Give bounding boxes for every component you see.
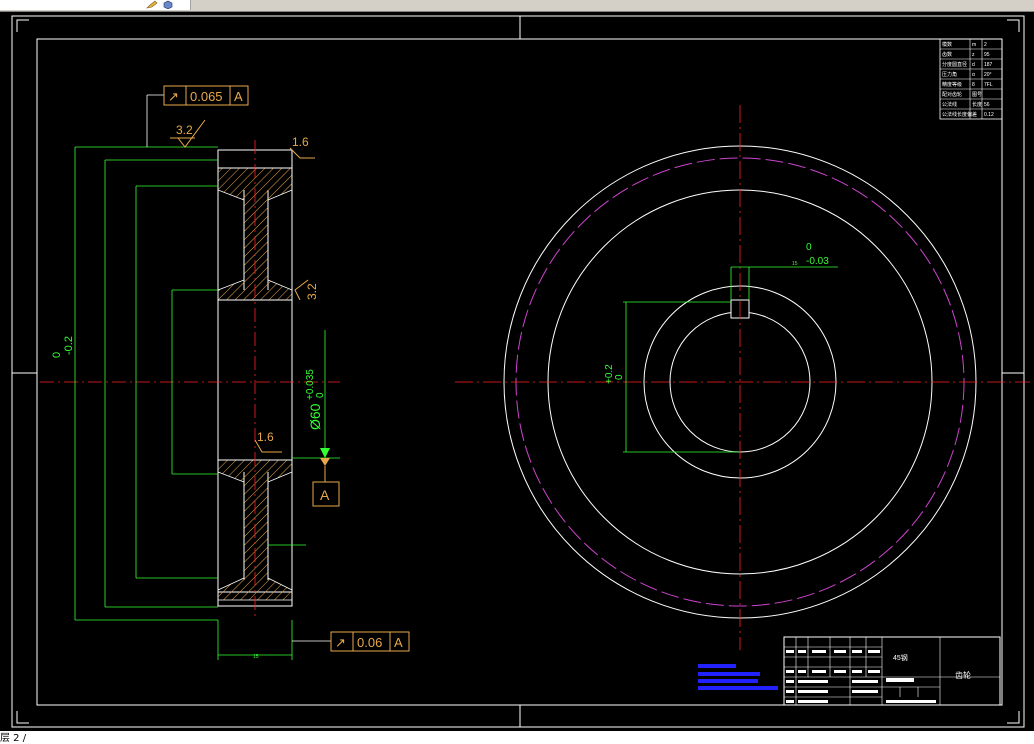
title-name: 齿轮: [955, 670, 971, 680]
runout-frame-top: ↗ 0.065 A: [146, 85, 249, 147]
param-sym: 8: [972, 82, 975, 88]
roughness-side: 3.2: [305, 283, 319, 300]
param-sym: α: [972, 72, 975, 78]
blue-notes: [698, 664, 778, 690]
param-val: 7FL: [984, 82, 993, 88]
outer-tol-lower: -0.2: [63, 336, 75, 355]
keyway-depth-lower: 0: [614, 374, 625, 380]
title-material: 45钢: [893, 653, 908, 662]
param-val: 187: [984, 62, 993, 68]
gear-front-view: 0 -0.03 15 +0.2 0: [455, 105, 1030, 650]
keyway-tol-upper: 0: [806, 242, 812, 253]
runout-top-value: 0.065: [190, 89, 223, 104]
roughness-bore: 1.6: [257, 430, 274, 444]
param-sym: 长度: [972, 101, 982, 108]
param-name: 配对齿轮: [942, 91, 962, 98]
param-name: 分度圆直径: [942, 61, 967, 68]
roughness-top: 3.2: [176, 123, 193, 137]
bore-dim: Ø60: [307, 403, 323, 430]
pencil-icon[interactable]: [146, 0, 158, 9]
param-name: 公法线: [942, 101, 957, 108]
param-val: 2: [984, 42, 987, 48]
param-val: 95: [984, 52, 990, 58]
param-val: 0.12: [984, 112, 994, 118]
bore-tol-lower: 0: [315, 392, 326, 398]
runout-frame-bottom: ↗ 0.06 A: [292, 631, 410, 652]
roughness-face: 1.6: [292, 135, 309, 149]
param-sym: d: [972, 62, 975, 68]
outer-tol-upper: 0: [51, 352, 63, 358]
runout-top-symbol: ↗: [168, 89, 179, 104]
param-sym: m: [972, 42, 976, 48]
runout-bottom-value: 0.06: [357, 635, 382, 650]
param-val: 56: [984, 102, 990, 108]
keyway-tol-lower: -0.03: [806, 256, 829, 267]
runout-bottom-datum: A: [394, 635, 403, 650]
param-name: 精度等级: [942, 81, 962, 88]
datum-marker: A: [312, 458, 340, 507]
gear-section-view: 0 -0.2 15 Ø60 +0.035 0 3.2 1.6 3.2 1.6 ↗…: [40, 85, 410, 660]
param-name: 模数: [942, 41, 952, 48]
param-sym: 图号: [972, 92, 982, 98]
param-name: 公法线长度偏差: [942, 111, 977, 118]
runout-top-datum: A: [234, 89, 243, 104]
param-name: 齿数: [942, 51, 952, 58]
title-block: 45钢 齿轮: [783, 636, 1001, 706]
param-name: 压力角: [942, 71, 957, 78]
keyway-width: 15: [792, 261, 798, 267]
drawing-canvas[interactable]: 0 -0.2 15 Ø60 +0.035 0 3.2 1.6 3.2 1.6 ↗…: [0, 12, 1034, 731]
status-text: 层 2 /: [0, 733, 27, 744]
runout-bottom-symbol: ↗: [335, 635, 346, 650]
application-toolbar: [0, 0, 1034, 12]
datum-label: A: [320, 487, 330, 503]
gear-parameter-table: 模数 m 2 齿数 z 95 分度圆直径 d 187 压力角 α 20° 精度等级 8 7FL 配对齿轮 图号公…: [939, 38, 1003, 120]
width-dim: 15: [253, 654, 259, 660]
status-bar: 层 2 /: [0, 731, 1034, 744]
cube-icon[interactable]: [162, 0, 174, 9]
param-sym: z: [972, 52, 975, 58]
param-val: 20°: [984, 72, 992, 78]
